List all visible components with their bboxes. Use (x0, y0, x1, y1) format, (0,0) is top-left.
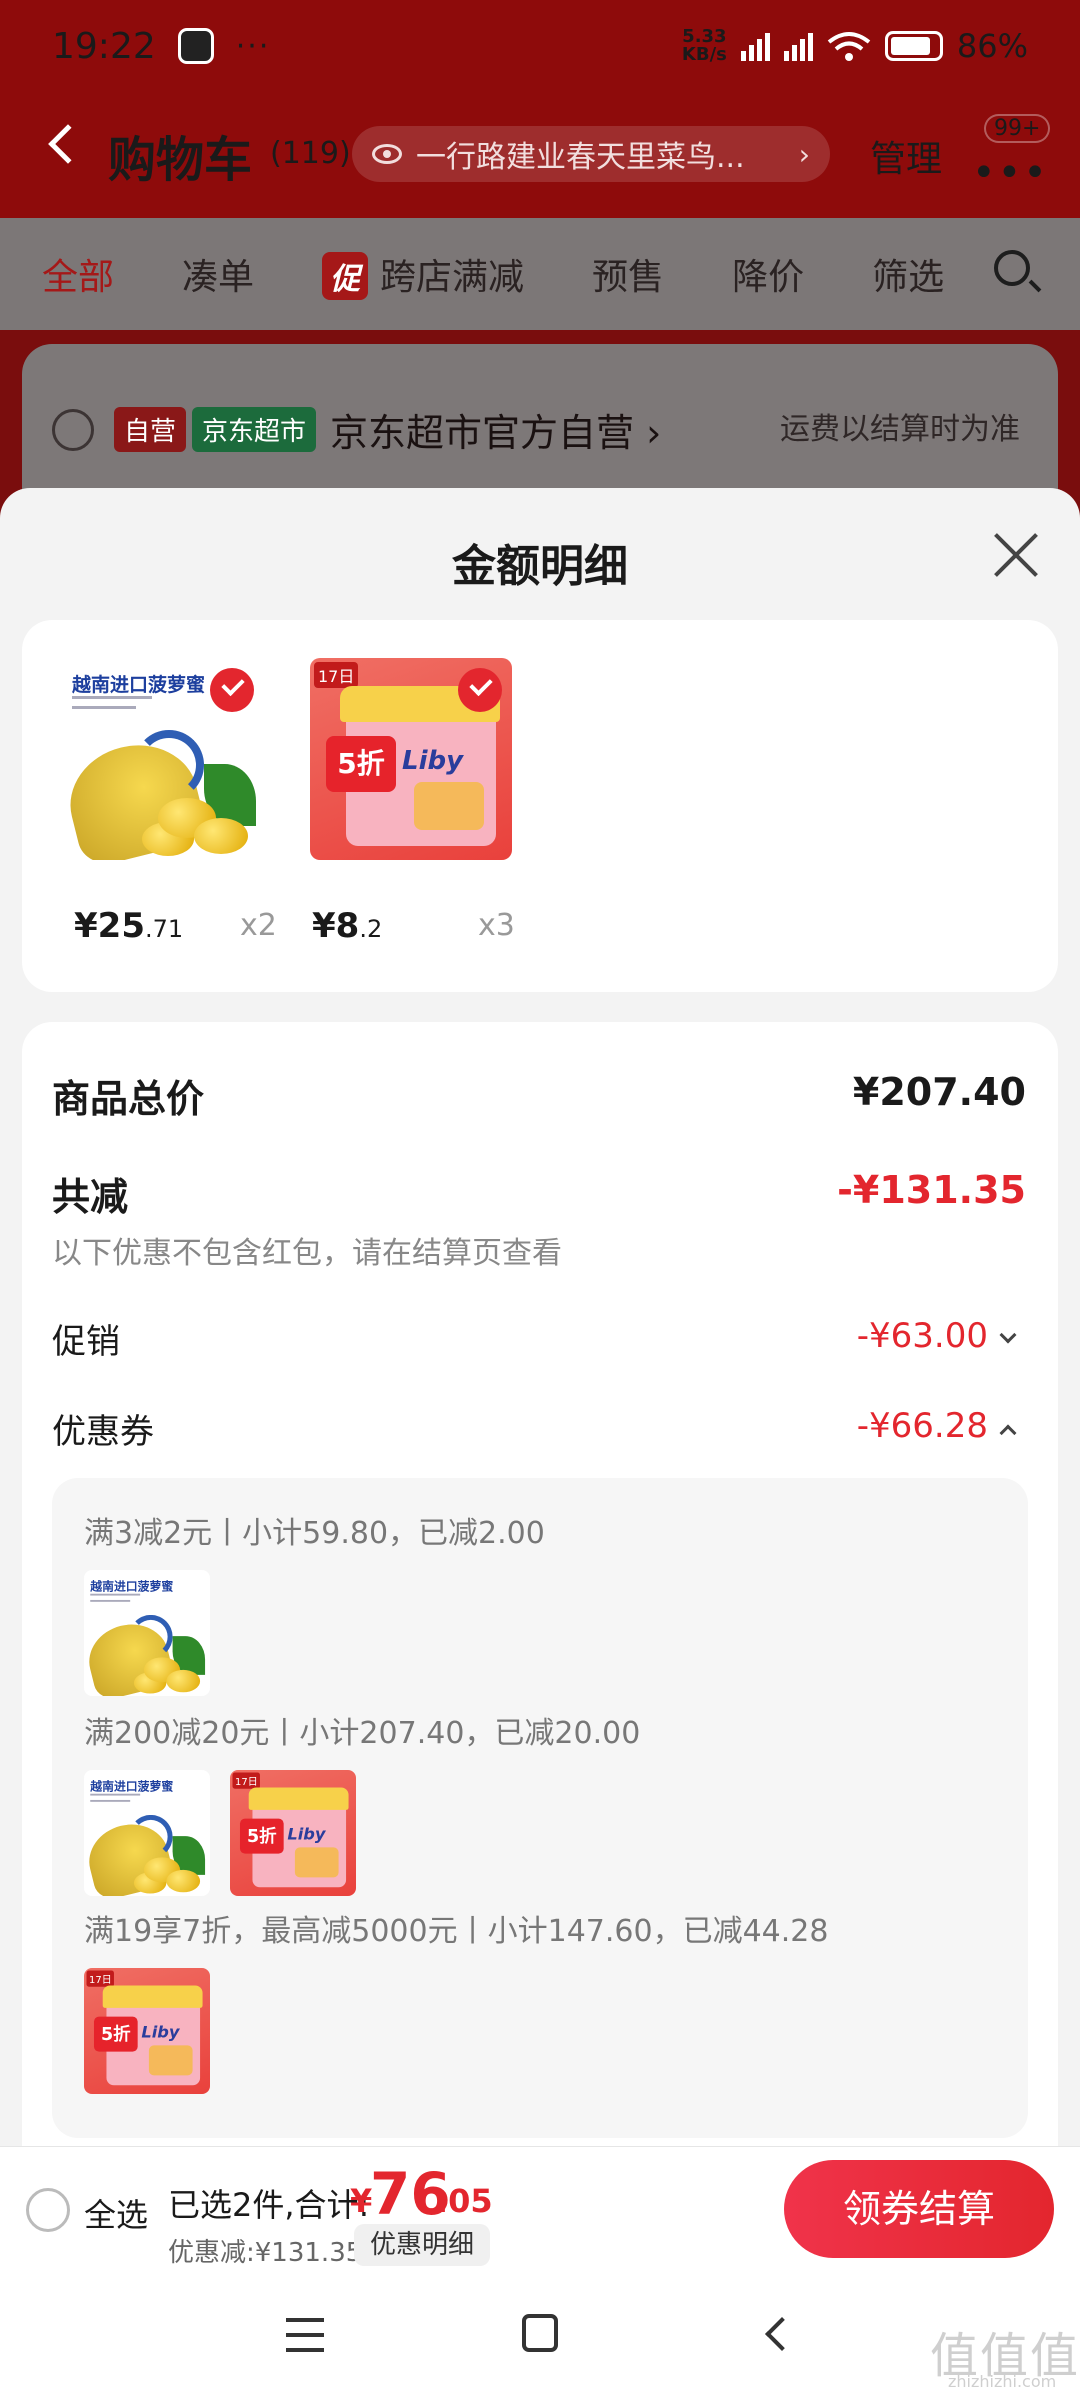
chevron-up-icon (999, 1424, 1017, 1442)
more-notifications-icon: ··· (235, 28, 271, 64)
address-selector[interactable]: 一行路建业春天里菜鸟... › (352, 126, 830, 182)
battery-icon (884, 31, 943, 61)
coupon-row-toggle[interactable]: -¥66.28 (856, 1406, 1017, 1446)
filter-tabs: 全部 凑单 促跨店满减 预售 降价 筛选 (0, 218, 1080, 330)
clock: 19:22 (52, 25, 156, 67)
coupon-label: 优惠券 (52, 1412, 154, 1452)
total-currency: ¥ (350, 2182, 373, 2220)
coupon-value: -¥66.28 (856, 1406, 988, 1446)
manage-button[interactable]: 管理 (870, 130, 942, 182)
close-icon[interactable] (992, 530, 1040, 578)
tab-presale[interactable]: 预售 (592, 248, 664, 300)
discount-detail-button[interactable]: 优惠明细 (354, 2224, 491, 2266)
chevron-right-icon: › (798, 137, 810, 171)
reduce-note: 以下优惠不包含红包，请在结算页查看 (52, 1236, 562, 1271)
product-item[interactable]: 越南进口菠萝蜜 (62, 658, 264, 860)
page-title: 购物车 (108, 132, 253, 188)
item-price: ¥8.2 (312, 906, 383, 946)
tab-filter[interactable]: 筛选 (872, 248, 944, 300)
net-speed: 5.33 KB/s (681, 26, 727, 65)
shipping-note: 运费以结算时为准 (780, 412, 1020, 447)
cart-count: (119) (270, 136, 351, 171)
select-all-label[interactable]: 全选 (84, 2190, 148, 2236)
wifi-icon (827, 32, 871, 61)
total-decimal: .05 (436, 2182, 493, 2220)
discount-summary: 优惠减:¥131.35 (168, 2238, 363, 2268)
signal-2-icon (783, 31, 813, 61)
search-icon[interactable] (994, 250, 1030, 286)
app-notification-icon (177, 28, 214, 64)
selected-check-icon (458, 668, 502, 712)
coupon-rule: 满3减2元丨小计59.80，已减2.00 (84, 1516, 545, 1551)
message-badge: 99+ (984, 114, 1051, 143)
store-name[interactable]: 京东超市官方自营 › (330, 402, 661, 457)
store-header: 自营 京东超市 京东超市官方自营 › (52, 402, 661, 457)
item-quantity: x2 (240, 908, 277, 943)
product-image-liby: 17日 5折 Liby (310, 658, 512, 860)
self-operated-tag: 自营 (114, 407, 187, 452)
total-value: ¥207.40 (852, 1070, 1026, 1114)
chevron-down-icon (999, 1326, 1017, 1344)
tab-price-drop[interactable]: 降价 (732, 248, 804, 300)
battery-percent: 86% (956, 27, 1028, 65)
reduce-value: -¥131.35 (837, 1168, 1026, 1212)
eye-icon (372, 144, 402, 164)
select-all-radio[interactable] (26, 2188, 70, 2232)
coupon-rule: 满200减20元丨小计207.40，已减20.00 (84, 1716, 641, 1751)
coupon-item-thumb: 越南进口菠萝蜜 (84, 1570, 210, 1696)
promo-tag: 促 (322, 252, 369, 300)
more-menu-icon[interactable]: ••• (972, 150, 1049, 196)
promo-value: -¥63.00 (856, 1316, 988, 1356)
checkout-button[interactable]: 领券结算 (784, 2160, 1054, 2258)
product-item[interactable]: 17日 5折 Liby (310, 658, 512, 860)
product-image-jackfruit: 越南进口菠萝蜜 (62, 658, 264, 860)
item-quantity: x3 (478, 908, 515, 943)
tab-bundle[interactable]: 凑单 (182, 248, 254, 300)
signal-1-icon (740, 31, 770, 61)
coupon-rule: 满19享7折，最高减5000元丨小计147.60，已减44.28 (84, 1914, 829, 1949)
promo-row-toggle[interactable]: -¥63.00 (856, 1316, 1017, 1356)
item-price: ¥25.71 (74, 906, 184, 946)
watermark-url: zhizhizhi.com (948, 2372, 1057, 2391)
tab-all[interactable]: 全部 (42, 248, 114, 300)
store-select-radio[interactable] (52, 408, 94, 451)
total-label: 商品总价 (52, 1077, 205, 1121)
coupon-item-thumb: 17日 5折 Liby (84, 1968, 210, 2094)
coupon-item-thumb: 17日 5折 Liby (230, 1770, 356, 1896)
home-icon[interactable] (522, 2314, 558, 2352)
sheet-title: 金额明细 (452, 541, 628, 592)
tab-cross-store[interactable]: 促跨店满减 (322, 248, 524, 300)
selected-check-icon (210, 668, 254, 712)
coupon-item-thumb: 越南进口菠萝蜜 (84, 1770, 210, 1896)
jd-supermarket-tag: 京东超市 (192, 407, 317, 452)
recent-apps-icon[interactable] (286, 2318, 324, 2352)
promo-label: 促销 (52, 1322, 120, 1362)
address-text: 一行路建业春天里菜鸟... (416, 140, 745, 175)
status-bar: 19:22 ··· 5.33 KB/s 86% (0, 0, 1080, 92)
selected-summary: 已选2件,合计: (168, 2186, 370, 2224)
reduce-label: 共减 (52, 1175, 129, 1219)
